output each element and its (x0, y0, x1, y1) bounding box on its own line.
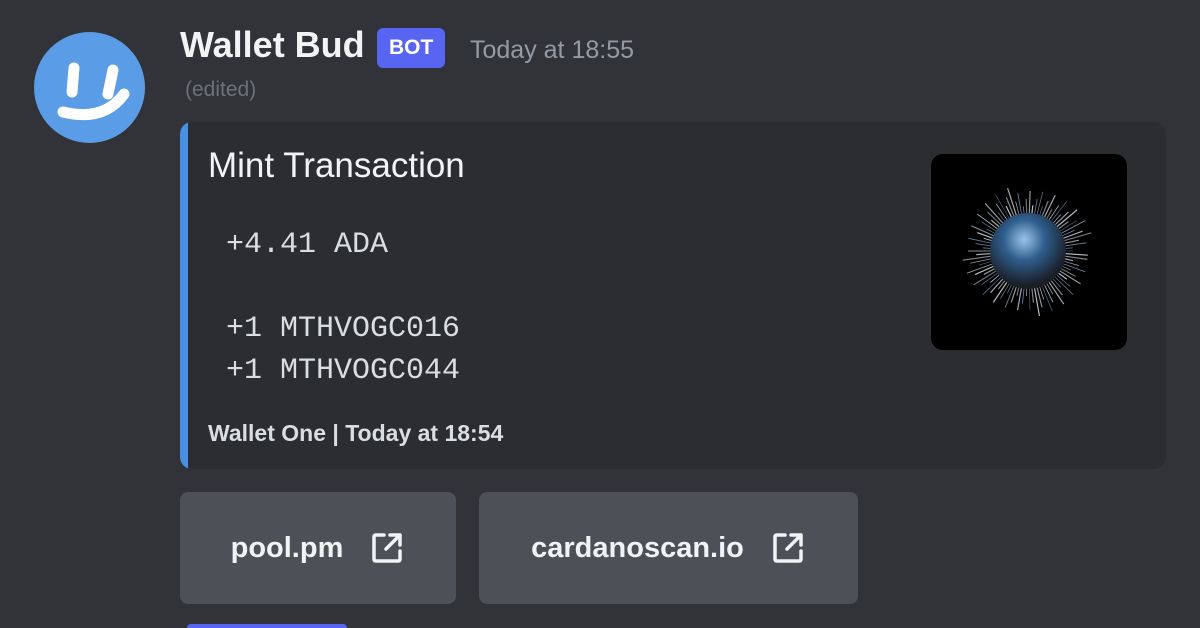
embed-accent-bar (180, 122, 188, 469)
embed-title: Mint Transaction (208, 146, 465, 185)
spiky-sphere-nft-image (962, 188, 1092, 317)
embed-footer: Wallet One | Today at 18:54 (208, 420, 504, 446)
next-button-edge[interactable] (187, 624, 347, 628)
author-name[interactable]: Wallet Bud (180, 24, 365, 66)
button-label: cardanoscan.io (531, 531, 744, 564)
button-label: pool.pm (230, 531, 344, 564)
cardanoscan-link-button[interactable]: cardanoscan.io (479, 492, 858, 604)
bot-badge: BOT (377, 28, 446, 68)
smiley-face-icon (57, 62, 130, 121)
embed-thumbnail[interactable] (931, 154, 1127, 350)
pool-pm-link-button[interactable]: pool.pm (180, 492, 456, 604)
external-link-icon (372, 533, 403, 563)
message-timestamp[interactable]: Today at 18:55 (470, 36, 634, 65)
edited-label: (edited) (185, 78, 257, 101)
embed-description: +4.41 ADA +1 MTHVOGC016 +1 MTHVOGC044 (226, 228, 461, 388)
embed-card: Mint Transaction +4.41 ADA +1 MTHVOGC016… (180, 122, 1166, 469)
external-link-icon (773, 533, 803, 563)
avatar[interactable] (34, 32, 145, 143)
